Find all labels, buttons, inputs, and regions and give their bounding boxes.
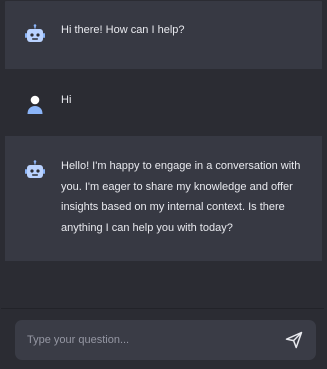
robot-icon [23,23,47,47]
message-bot: Hello! I'm happy to engage in a conversa… [5,136,322,261]
divider [1,308,326,309]
message-list: Hi there! How can I help? Hi Hello! I'm … [5,1,322,261]
message-text: Hi there! How can I help? [61,24,185,36]
message-bot: Hi there! How can I help? [5,1,322,69]
message-text: Hi [61,94,72,106]
question-input[interactable] [25,333,284,347]
scrollbar[interactable] [324,1,326,367]
user-icon [23,93,47,117]
message-user: Hi [5,69,322,136]
send-icon[interactable] [284,330,304,350]
message-text: Hello! I'm happy to engage in a conversa… [61,160,301,234]
robot-icon [23,159,47,183]
chat-window: Hi there! How can I help? Hi Hello! I'm … [1,1,326,367]
question-input-container [15,320,316,360]
